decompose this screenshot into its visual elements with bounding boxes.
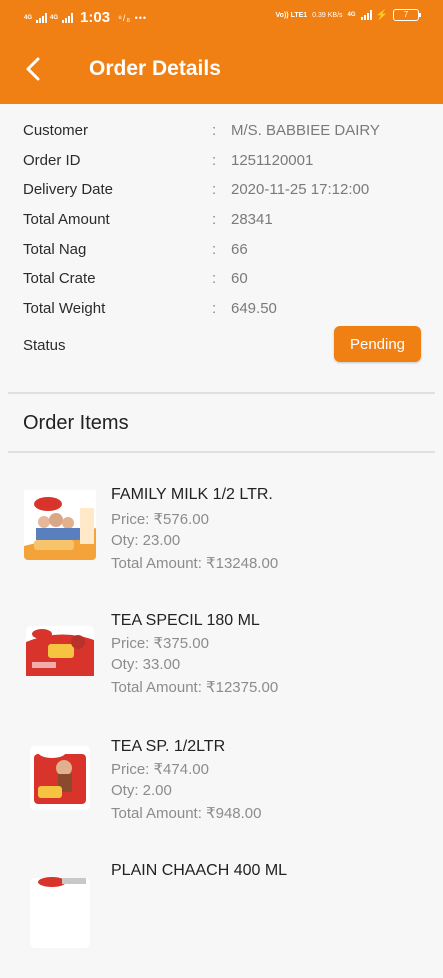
arrow-back-icon bbox=[26, 57, 40, 81]
charging-icon: ⚡ bbox=[375, 9, 388, 21]
list-item[interactable]: PLAIN CHAACH 400 ML bbox=[0, 858, 443, 978]
signal-icon-right bbox=[360, 10, 372, 20]
product-image bbox=[30, 746, 90, 810]
network-type-1: 4G bbox=[24, 14, 33, 21]
status-bar: 4G 4G 1:03 ⁸/₈ ••• Vo)) LTE1 0.39 KB/s 4… bbox=[0, 0, 443, 34]
divider bbox=[8, 392, 435, 394]
list-item[interactable]: TEA SP. 1/2LTR Price: ₹474.00 Oty: 2.00 … bbox=[0, 732, 443, 852]
detail-label: Total Weight bbox=[23, 300, 106, 317]
detail-value: M/S. BABBIEE DAIRY bbox=[231, 122, 380, 139]
clock: 1:03 bbox=[80, 9, 111, 26]
status-badge-button[interactable]: Pending bbox=[334, 326, 421, 362]
detail-label: Total Nag bbox=[23, 241, 87, 258]
detail-label: Total Crate bbox=[23, 270, 96, 287]
separator: : bbox=[212, 241, 217, 258]
item-qty: Oty: 33.00 bbox=[111, 656, 181, 673]
notification-icons: ⁸/₈ ••• bbox=[118, 12, 148, 23]
separator: : bbox=[212, 211, 217, 228]
separator: : bbox=[212, 181, 217, 198]
signal-icon bbox=[36, 12, 48, 23]
back-button[interactable] bbox=[22, 56, 48, 82]
item-name: FAMILY MILK 1/2 LTR. bbox=[111, 486, 273, 503]
item-price: Price: ₹576.00 bbox=[111, 511, 209, 528]
detail-label: Customer bbox=[23, 122, 89, 139]
product-image bbox=[30, 877, 90, 948]
separator: : bbox=[212, 300, 217, 317]
separator: : bbox=[212, 122, 217, 139]
app-bar: Order Details bbox=[0, 34, 443, 104]
detail-row-customer: Customer : M/S. BABBIEE DAIRY bbox=[0, 118, 443, 142]
item-price: Price: ₹375.00 bbox=[111, 635, 209, 652]
detail-label: Order ID bbox=[23, 152, 81, 169]
status-right: Vo)) LTE1 0.39 KB/s 4G ⚡ 7 bbox=[275, 9, 421, 21]
detail-label: Total Amount bbox=[23, 211, 110, 228]
detail-value: 28341 bbox=[231, 211, 273, 228]
item-qty: Oty: 23.00 bbox=[111, 532, 181, 549]
item-total: Total Amount: ₹13248.00 bbox=[111, 555, 279, 572]
product-image bbox=[24, 490, 96, 560]
separator: : bbox=[212, 152, 217, 169]
item-price: Price: ₹474.00 bbox=[111, 761, 209, 778]
item-name: TEA SPECIL 180 ML bbox=[111, 612, 260, 629]
detail-value: 2020-11-25 17:12:00 bbox=[231, 181, 370, 198]
detail-row-total-nag: Total Nag : 66 bbox=[0, 237, 443, 261]
network-type-2: 4G bbox=[50, 14, 59, 21]
detail-value: 66 bbox=[231, 241, 248, 258]
network-type-right: 4G bbox=[347, 12, 356, 18]
signal-icon-2 bbox=[62, 12, 74, 23]
status-left: 4G 4G 1:03 ⁸/₈ ••• bbox=[24, 9, 147, 26]
separator: : bbox=[212, 270, 217, 287]
status-label: Status bbox=[23, 337, 66, 354]
item-name: TEA SP. 1/2LTR bbox=[111, 738, 226, 755]
volte-indicator: Vo)) LTE1 bbox=[275, 11, 308, 19]
list-item[interactable]: TEA SPECIL 180 ML Price: ₹375.00 Oty: 33… bbox=[0, 606, 443, 726]
page-title: Order Details bbox=[89, 57, 221, 80]
detail-value: 649.50 bbox=[231, 300, 277, 317]
product-image bbox=[26, 626, 94, 676]
battery-icon: 7 bbox=[393, 9, 421, 21]
item-name: PLAIN CHAACH 400 ML bbox=[111, 862, 288, 879]
divider bbox=[8, 451, 435, 453]
network-speed: 0.39 KB/s bbox=[312, 11, 343, 19]
item-total: Total Amount: ₹12375.00 bbox=[111, 679, 279, 696]
order-items-title: Order Items bbox=[23, 412, 129, 434]
item-total: Total Amount: ₹948.00 bbox=[111, 805, 262, 822]
detail-label: Delivery Date bbox=[23, 181, 114, 198]
item-qty: Oty: 2.00 bbox=[111, 782, 172, 799]
detail-row-total-weight: Total Weight : 649.50 bbox=[0, 296, 443, 320]
detail-row-total-crate: Total Crate : 60 bbox=[0, 266, 443, 290]
detail-row-order-id: Order ID : 1251120001 bbox=[0, 148, 443, 172]
detail-value: 60 bbox=[231, 270, 248, 287]
detail-row-delivery-date: Delivery Date : 2020-11-25 17:12:00 bbox=[0, 177, 443, 201]
detail-value: 1251120001 bbox=[231, 152, 314, 169]
detail-row-total-amount: Total Amount : 28341 bbox=[0, 207, 443, 231]
list-item[interactable]: FAMILY MILK 1/2 LTR. Price: ₹576.00 Oty:… bbox=[0, 480, 443, 600]
